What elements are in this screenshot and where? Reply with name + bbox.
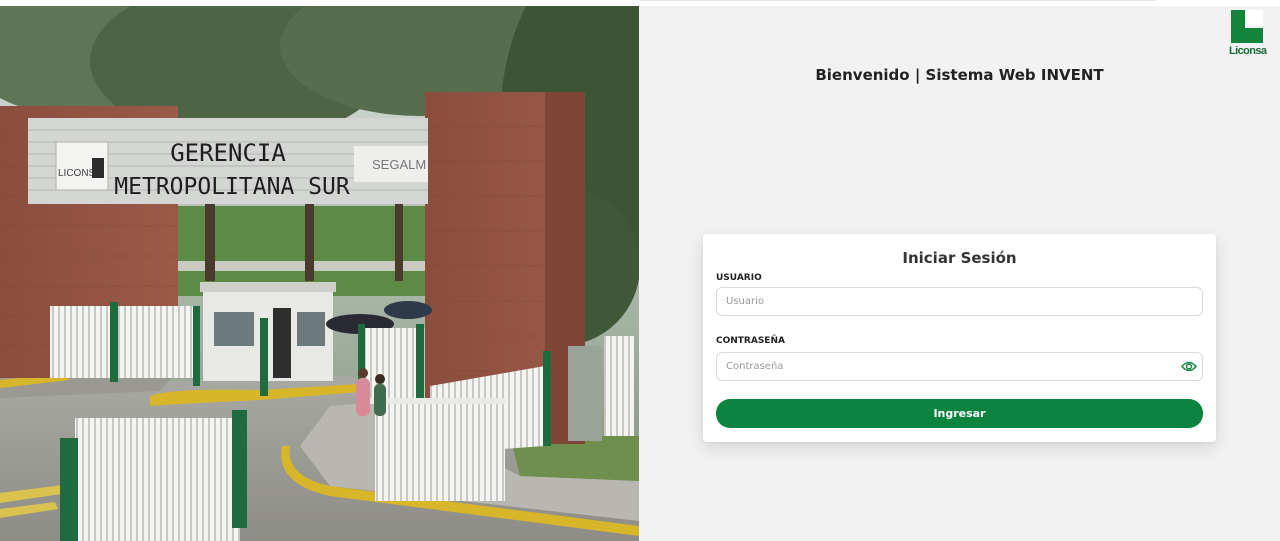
sign-logo-right: SEGALM (372, 157, 426, 172)
background-photo: LICONSA GERENCIA METROPOLITANA SUR SEGAL… (0, 6, 639, 541)
login-panel: Liconsa Bienvenido | Sistema Web INVENT … (639, 6, 1280, 541)
password-input[interactable] (716, 352, 1203, 381)
top-divider (640, 0, 1155, 1)
logo-text: Liconsa (1229, 45, 1267, 57)
username-label: USUARIO (716, 273, 762, 283)
liconsa-logo: Liconsa (1229, 10, 1267, 58)
eye-icon[interactable] (1181, 360, 1197, 373)
password-label: CONTRASEÑA (716, 336, 785, 346)
page-title: Bienvenido | Sistema Web INVENT (815, 66, 1104, 84)
login-button[interactable]: Ingresar (716, 399, 1203, 428)
login-title: Iniciar Sesión (902, 249, 1017, 267)
username-input[interactable] (716, 287, 1203, 316)
login-card: Iniciar Sesión USUARIO CONTRASEÑA Ingres… (703, 234, 1216, 442)
sign-line-2: METROPOLITANA SUR (114, 174, 350, 200)
sign-line-1: GERENCIA (170, 139, 286, 167)
